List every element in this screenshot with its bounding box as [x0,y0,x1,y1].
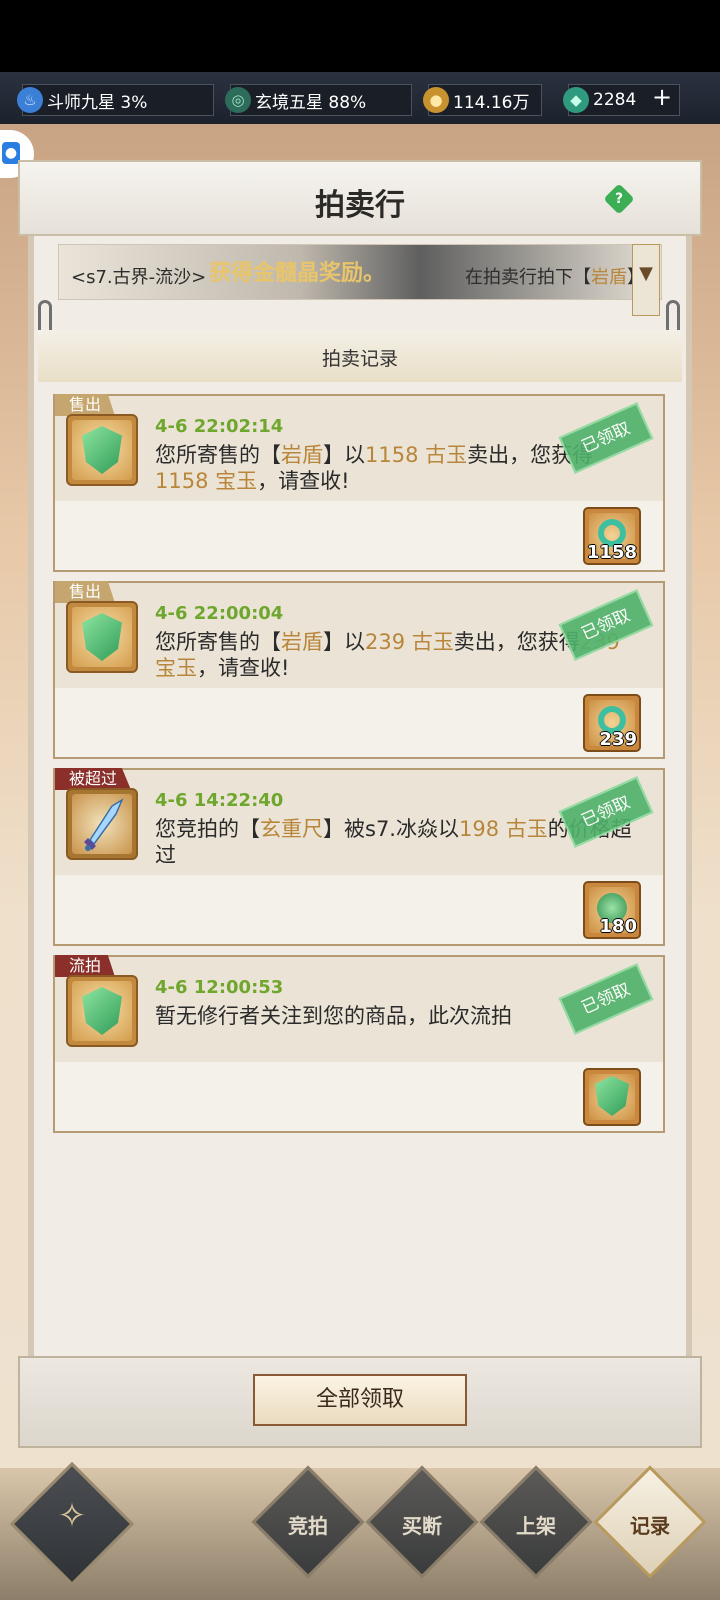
record-card: 售出 4-6 22:02:14 您所寄售的【岩盾】以1158 古玉卖出，您获得1… [53,394,665,572]
status-tag: 售出 [55,394,116,416]
jade-icon: ◆ [563,87,589,113]
item-icon[interactable] [66,414,138,486]
realm-resource: ◎ 玄境五星 88% [225,84,412,116]
record-time: 4-6 22:02:14 [155,416,284,437]
header-bar: 拍卖行 ? [18,160,702,236]
record-message: 您竞拍的【玄重尺】被s7.冰焱以198 古玉的价格超过 [155,817,632,867]
home-emblem-icon: ✧ [57,1496,87,1536]
reward-item[interactable]: 239 [583,694,641,752]
record-time: 4-6 14:22:40 [155,790,284,811]
ticker-overlay: 获得金髓晶奖励。 [209,260,386,286]
item-icon[interactable] [66,788,138,860]
record-time: 4-6 22:00:04 [155,603,284,624]
item-icon[interactable] [66,601,138,673]
reward-item[interactable]: 180 [583,881,641,939]
chevron-down-icon: ▼ [639,263,653,284]
reward-item[interactable] [583,1068,641,1126]
gold-coin-icon: ● [423,87,449,113]
status-tag: 被超过 [55,768,132,790]
tab-buyout-label: 买断 [402,1514,442,1538]
section-header: 拍卖记录 [38,330,682,382]
claim-all-button[interactable]: 全部领取 [253,1374,467,1426]
sword-icon [84,798,124,851]
record-message: 您所寄售的【岩盾】以239 古玉卖出，您获得239 宝玉，请查收! [155,630,620,680]
record-message: 您所寄售的【岩盾】以1158 古玉卖出，您获得1158 宝玉，请查收! [155,443,594,493]
help-button[interactable]: ? [603,183,635,215]
swirl-icon: ◎ [225,87,251,113]
gold-resource[interactable]: ● 114.16万 [423,84,542,116]
ticker-prefix: <s7.古界-流沙> [71,267,207,288]
status-bar [0,0,720,72]
record-time: 4-6 12:00:53 [155,977,284,998]
level-resource: ♨ 斗师九星 3% [17,84,214,116]
reward-item[interactable]: 1158 [583,507,641,565]
help-icon: ? [614,191,624,207]
page-title: 拍卖行 [315,188,405,223]
section-title: 拍卖记录 [321,348,398,370]
add-jade-button[interactable]: + [650,85,674,110]
ticker-expand-button[interactable]: ▼ [632,244,660,316]
status-tag: 流拍 [55,955,116,977]
record-card: 流拍 4-6 12:00:53 暂无修行者关注到您的商品，此次流拍 已领取 [53,955,665,1133]
tab-bid-label: 竞拍 [288,1514,328,1538]
record-card: 售出 4-6 22:00:04 您所寄售的【岩盾】以239 古玉卖出，您获得23… [53,581,665,759]
status-tag: 售出 [55,581,116,603]
resource-bar: ♨ 斗师九星 3% ◎ 玄境五星 88% ● 114.16万 ◆ 2284 + [0,72,720,124]
flame-icon: ♨ [17,87,43,113]
announcement-ticker: <s7.古界-流沙> 获得金髓晶奖励。 在拍卖行拍下【岩盾】 [58,244,662,300]
record-card: 被超过 4-6 14:22:40 您竞拍的【玄重尺】被s7.冰焱以198 古玉的… [53,768,665,946]
item-icon[interactable] [66,975,138,1047]
ticker-suffix: 在拍卖行拍下【岩盾】 [465,267,645,288]
tab-list-label: 上架 [516,1514,556,1538]
tab-records-label: 记录 [630,1514,670,1538]
